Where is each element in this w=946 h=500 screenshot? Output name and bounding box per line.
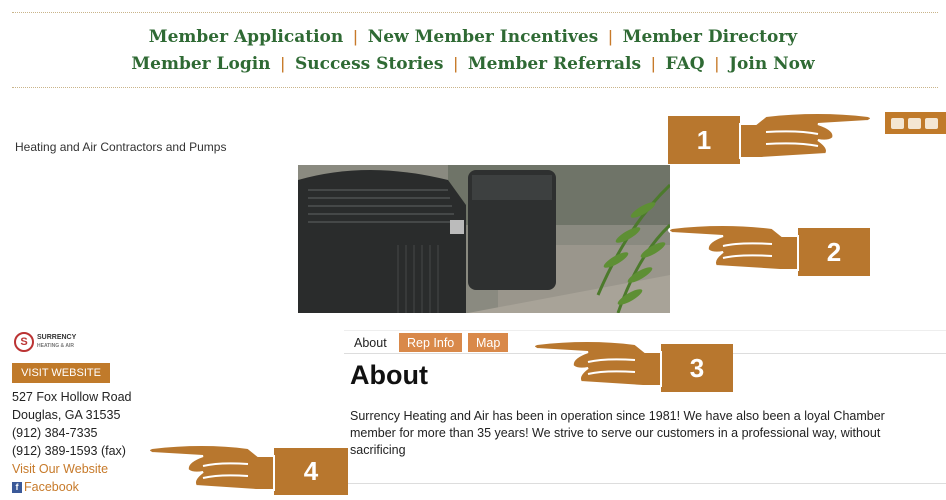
nav-separator: | [608,27,613,46]
logo-tagline: HEATING & AIR [37,343,74,349]
about-heading: About [350,360,428,390]
callout-2: 2 [668,222,873,285]
print-icon[interactable] [891,117,904,129]
nav-member-referrals[interactable]: Member Referrals [468,54,641,74]
visit-our-website-link[interactable]: Visit Our Website [12,460,132,478]
nav-member-login[interactable]: Member Login [131,54,270,74]
nav-success-stories[interactable]: Success Stories [295,54,443,74]
nav-new-member-incentives[interactable]: New Member Incentives [368,27,599,47]
address-line-1: 527 Fox Hollow Road [12,390,132,404]
nav-member-application[interactable]: Member Application [149,27,343,47]
nav-separator: | [280,54,285,73]
nav-row-1: Member Application | New Member Incentives… [0,27,946,47]
about-text: Surrency Heating and Air has been in ope… [350,409,885,457]
listing-photo [298,165,670,313]
contact-info: 527 Fox Hollow Road Douglas, GA 31535 (9… [12,388,132,496]
email-icon[interactable] [908,117,921,129]
top-divider [12,12,938,13]
nav-faq[interactable]: FAQ [666,54,705,74]
ac-units-image [298,165,670,313]
facebook-label: Facebook [24,480,79,494]
nav-row-2: Member Login | Success Stories | Member Refe… [0,54,946,74]
callout-number: 1 [696,124,712,155]
fax-number: (912) 389-1593 (fax) [12,444,126,458]
tab-map[interactable]: Map [468,333,509,352]
nav-bottom-divider [12,87,938,88]
logo-name: SURRENCY [37,334,77,341]
callout-number: 2 [826,236,842,267]
content-bottom-divider [344,483,946,484]
callout-number: 4 [303,456,319,486]
visit-website-button[interactable]: VISIT WEBSITE [12,363,110,383]
callout-4: 4 [148,442,353,500]
logo-mark: S [14,332,34,352]
phone-number: (912) 384-7335 [12,426,98,440]
nav-member-directory[interactable]: Member Directory [623,27,798,47]
listing-category: Heating and Air Contractors and Pumps [15,140,227,154]
share-toolbar [885,112,946,134]
nav-separator: | [714,54,720,73]
nav-separator: | [453,54,458,73]
callout-number: 3 [689,352,705,383]
tab-rep-info[interactable]: Rep Info [399,333,463,352]
tab-about[interactable]: About [346,333,395,352]
nav-separator: | [353,27,358,46]
facebook-link[interactable]: f Facebook [12,478,132,496]
nav-separator: | [651,54,656,73]
share-icon[interactable] [925,117,938,129]
address-line-2: Douglas, GA 31535 [12,408,121,422]
nav-join-now[interactable]: Join Now [729,54,815,74]
facebook-icon: f [12,482,22,494]
company-logo: S SURRENCY HEATING & AIR [14,332,76,352]
callout-3: 3 [533,338,738,401]
callout-1: 1 [668,112,878,171]
